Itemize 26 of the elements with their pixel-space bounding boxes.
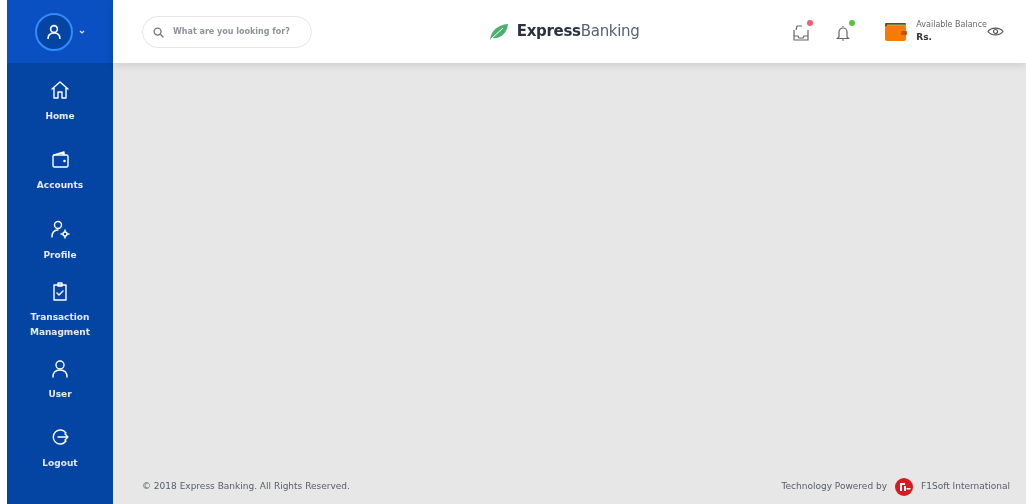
sidebar-item[interactable]: Logout xyxy=(7,414,113,484)
home-icon xyxy=(50,79,70,101)
wallet-icon xyxy=(50,149,70,171)
company-logo-icon xyxy=(895,478,914,496)
powered-by-text: Technology Powered by xyxy=(781,480,888,494)
user-icon xyxy=(46,23,62,40)
wallet-icon xyxy=(884,21,909,42)
logo-text: ExpressBanking xyxy=(516,21,640,43)
balance-value: Rs. xyxy=(916,30,934,44)
sidebar-item[interactable]: Transaction Managment xyxy=(7,275,113,345)
balance-label: Available Balance xyxy=(916,18,987,31)
sidebar-item[interactable]: Accounts xyxy=(7,136,113,206)
search-field[interactable]: What are you looking for? xyxy=(142,15,312,48)
avatar-button[interactable] xyxy=(35,12,73,51)
user-icon xyxy=(50,357,70,379)
company-name: F1Soft International xyxy=(921,480,1010,494)
leaf-icon xyxy=(488,22,509,41)
eye-icon[interactable] xyxy=(987,26,1004,37)
inbox-icon[interactable] xyxy=(792,22,811,42)
profile-icon xyxy=(50,218,70,240)
copyright-text: © 2018 Express Banking. All Rights Reserved. xyxy=(142,480,350,494)
clipboard-icon xyxy=(50,280,70,302)
sidebar-item[interactable]: User xyxy=(7,345,113,415)
sidebar-item[interactable]: Profile xyxy=(7,206,113,276)
sidebar-item[interactable]: Home xyxy=(7,67,113,137)
caret-icon[interactable] xyxy=(79,29,85,34)
